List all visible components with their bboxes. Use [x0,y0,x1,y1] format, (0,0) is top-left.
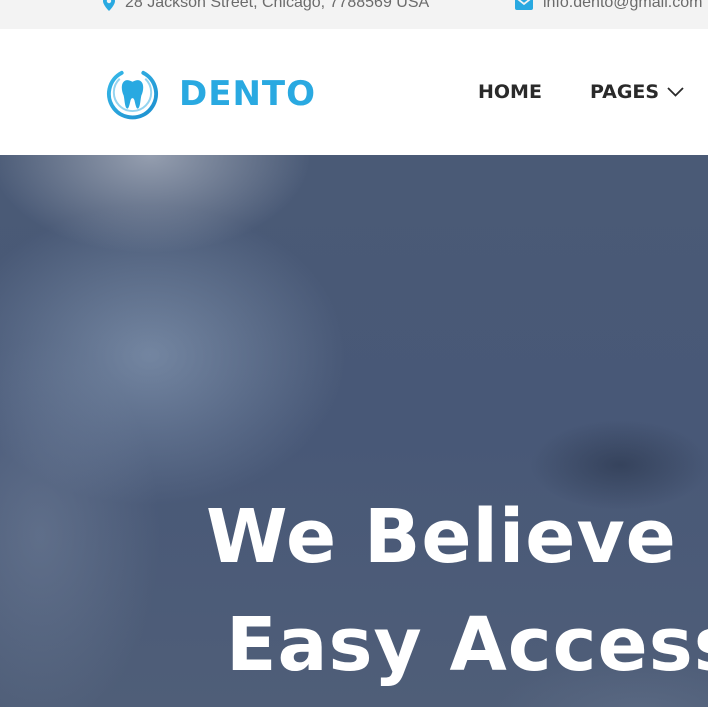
tooth-icon [104,65,161,122]
nav-pages-label: PAGES [589,81,660,103]
top-info-bar: 28 Jackson Street, Chicago, 7788569 USA … [0,0,708,29]
email-info[interactable]: info.dento@gmail.com [515,0,702,12]
address-info: 28 Jackson Street, Chicago, 7788569 USA [103,0,429,12]
logo-text: DENTO [179,73,316,114]
nav-home-label: HOME [478,81,542,103]
envelope-icon [515,0,533,10]
hero-banner: We Believe Everyone Easy Access to Care [0,155,708,707]
main-nav: HOME PAGES [478,81,684,103]
nav-home[interactable]: HOME [478,81,542,103]
address-text: 28 Jackson Street, Chicago, 7788569 USA [125,0,430,11]
hero-title-line1: We Believe Everyone [206,494,708,580]
hero-title: We Believe Everyone Easy Access to Care [206,483,708,699]
hero-title-line2: Easy Access to Care [226,602,708,688]
map-pin-icon [103,0,115,11]
site-header: DENTO HOME PAGES [0,29,708,155]
email-text[interactable]: info.dento@gmail.com [543,0,702,12]
chevron-down-icon [659,87,684,97]
nav-pages[interactable]: PAGES [590,81,684,103]
logo[interactable]: DENTO [104,65,316,122]
page: 28 Jackson Street, Chicago, 7788569 USA … [0,0,708,707]
